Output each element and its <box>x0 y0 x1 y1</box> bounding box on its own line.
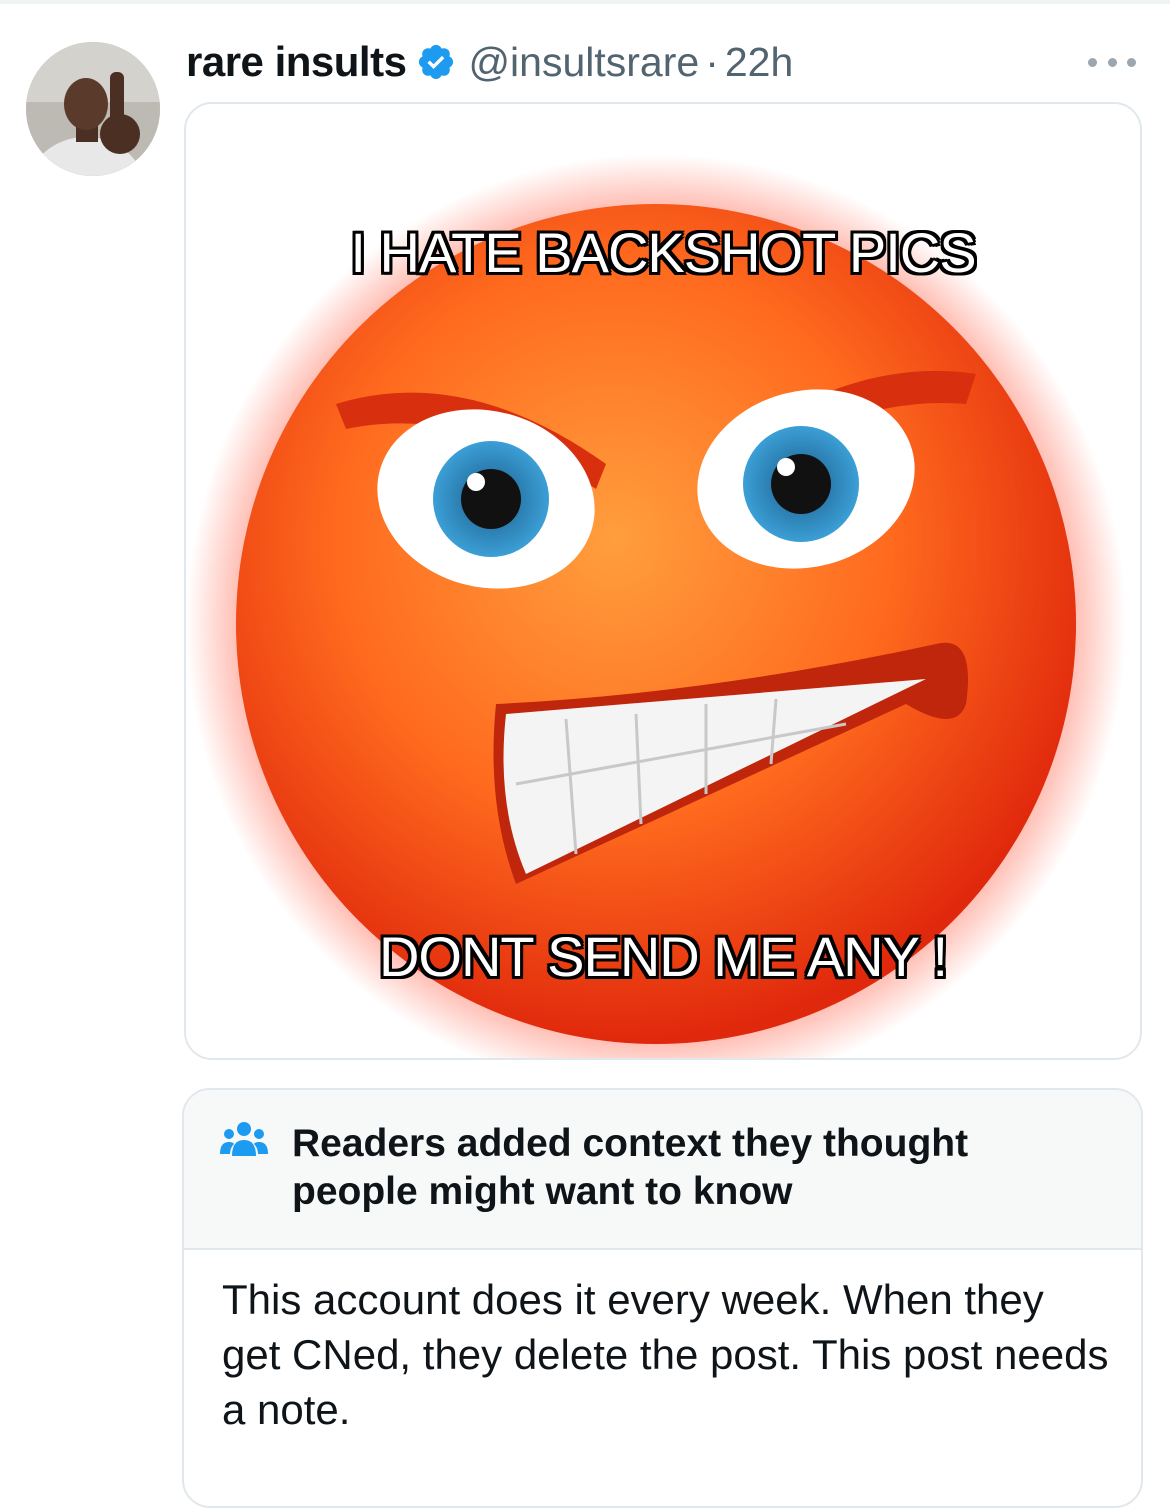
community-note[interactable]: Readers added context they thought peopl… <box>182 1088 1143 1508</box>
top-divider <box>0 0 1170 4</box>
meme-bottom-text: DONT SEND ME ANY ! <box>378 924 949 989</box>
more-options-icon[interactable] <box>1088 50 1136 74</box>
avatar[interactable] <box>26 42 160 176</box>
people-icon <box>220 1120 268 1160</box>
community-note-header: Readers added context they thought peopl… <box>184 1090 1141 1250</box>
community-note-body: This account does it every week. When th… <box>222 1276 1109 1433</box>
post-header: rare insults @insultsrare · 22h <box>186 34 793 90</box>
meme-top-text: I HATE BACKSHOT PICS <box>349 220 977 285</box>
verified-badge-icon <box>416 42 456 82</box>
handle[interactable]: @insultsrare <box>468 39 699 86</box>
display-name[interactable]: rare insults <box>186 38 407 86</box>
community-note-title: Readers added context they thought peopl… <box>292 1122 969 1213</box>
separator: · <box>705 38 719 85</box>
post-image[interactable]: I HATE BACKSHOT PICS DONT SEND ME ANY ! <box>184 102 1142 1060</box>
avatar-image <box>26 42 160 176</box>
timestamp[interactable]: 22h <box>725 39 793 86</box>
